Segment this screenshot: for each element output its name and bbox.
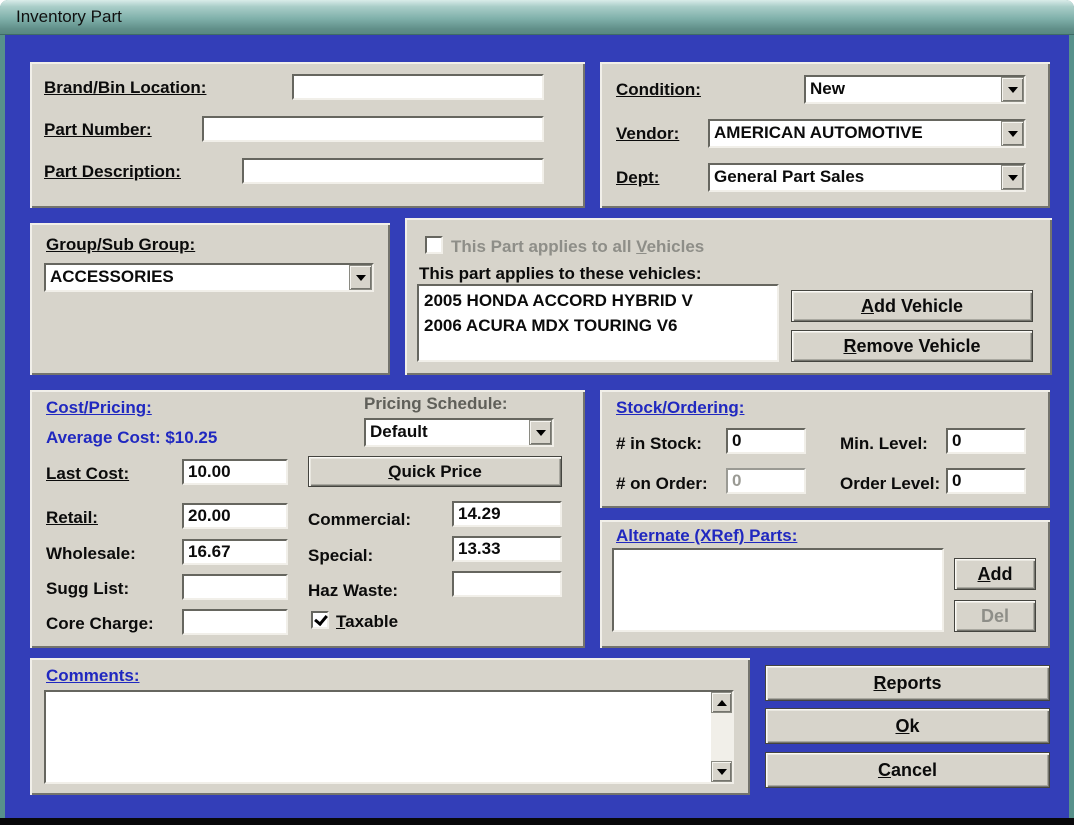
condition-selected-value: New: [810, 79, 845, 98]
comments-textarea[interactable]: [44, 690, 734, 784]
commercial-input[interactable]: [452, 501, 562, 527]
min-level-input[interactable]: [946, 428, 1026, 454]
group-panel: Group/Sub Group: ACCESSORIES: [30, 223, 390, 375]
vehicles-listbox[interactable]: 2005 HONDA ACCORD HYBRID V 2006 ACURA MD…: [417, 284, 779, 362]
scroll-down-icon[interactable]: [711, 761, 732, 782]
vehicle-list-item[interactable]: 2006 ACURA MDX TOURING V6: [424, 313, 772, 338]
core-charge-label: Core Charge:: [46, 614, 154, 633]
vehicles-panel: This Part applies to all Vehicles This p…: [405, 218, 1052, 375]
min-level-label: Min. Level:: [840, 434, 928, 453]
brand-bin-location-label: Brand/Bin Location:: [44, 78, 207, 97]
order-level-input[interactable]: [946, 468, 1026, 494]
part-number-input[interactable]: [202, 116, 544, 142]
on-order-input: [726, 468, 806, 494]
taxable-label: Taxable: [336, 612, 399, 631]
special-input[interactable]: [452, 536, 562, 562]
identification-panel: Brand/Bin Location: Part Number: Part De…: [30, 62, 585, 208]
chevron-down-icon[interactable]: [1001, 121, 1024, 146]
group-select[interactable]: ACCESSORIES: [44, 263, 374, 292]
wholesale-input[interactable]: [182, 539, 288, 565]
window-bottom-edge: [0, 818, 1074, 825]
xref-parts-heading: Alternate (XRef) Parts:: [616, 526, 798, 545]
xref-parts-panel: Alternate (XRef) Parts: Add Del: [600, 520, 1050, 648]
order-level-label: Order Level:: [840, 474, 941, 493]
haz-waste-label: Haz Waste:: [308, 581, 399, 600]
condition-label: Condition:: [616, 80, 701, 99]
scroll-up-icon[interactable]: [711, 692, 732, 713]
add-vehicle-button[interactable]: Add Vehicle: [791, 290, 1033, 322]
vendor-selected-value: AMERICAN AUTOMOTIVE: [714, 123, 923, 142]
scrollbar-track[interactable]: [711, 713, 732, 761]
pricing-schedule-select[interactable]: Default: [364, 418, 554, 447]
last-cost-label: Last Cost:: [46, 464, 130, 483]
sugg-list-input[interactable]: [182, 574, 288, 600]
chevron-down-icon[interactable]: [1001, 77, 1024, 102]
part-number-label: Part Number:: [44, 120, 152, 139]
dept-label: Dept:: [616, 168, 660, 187]
vehicle-list-item[interactable]: 2005 HONDA ACCORD HYBRID V: [424, 288, 772, 313]
vendor-select[interactable]: AMERICAN AUTOMOTIVE: [708, 119, 1026, 148]
all-vehicles-label: This Part applies to all Vehicles: [451, 237, 705, 256]
comments-scrollbar[interactable]: [711, 692, 732, 782]
cost-pricing-panel: Cost/Pricing: Average Cost: $10.25 Prici…: [30, 390, 585, 648]
chevron-down-icon[interactable]: [1001, 165, 1024, 190]
dept-selected-value: General Part Sales: [714, 167, 865, 186]
retail-label: Retail:: [46, 508, 98, 527]
brand-bin-location-input[interactable]: [292, 74, 544, 100]
on-order-label: # on Order:: [616, 474, 708, 493]
core-charge-input[interactable]: [182, 609, 288, 635]
chevron-down-icon[interactable]: [349, 265, 372, 290]
all-vehicles-checkbox[interactable]: [425, 236, 443, 254]
average-cost-label: Average Cost: $10.25: [46, 428, 218, 447]
comments-panel: Comments:: [30, 658, 750, 795]
taxable-checkbox[interactable]: [311, 611, 329, 629]
sugg-list-label: Sugg List:: [46, 579, 130, 598]
haz-waste-input[interactable]: [452, 571, 562, 597]
pricing-schedule-selected-value: Default: [370, 422, 428, 441]
dialog-body: Brand/Bin Location: Part Number: Part De…: [5, 35, 1069, 818]
vehicles-list-label: This part applies to these vehicles:: [419, 264, 702, 283]
stock-ordering-heading: Stock/Ordering:: [616, 398, 745, 417]
special-label: Special:: [308, 546, 374, 565]
xref-listbox[interactable]: [612, 548, 944, 632]
pricing-schedule-label: Pricing Schedule:: [364, 394, 508, 413]
quick-price-button[interactable]: Quick Price: [308, 456, 562, 487]
reports-button[interactable]: Reports: [765, 665, 1050, 701]
remove-vehicle-button[interactable]: Remove Vehicle: [791, 330, 1033, 362]
commercial-label: Commercial:: [308, 510, 411, 529]
wholesale-label: Wholesale:: [46, 544, 136, 563]
retail-input[interactable]: [182, 503, 288, 529]
cost-pricing-heading: Cost/Pricing:: [46, 398, 152, 417]
in-stock-input[interactable]: [726, 428, 806, 454]
titlebar[interactable]: Inventory Part: [0, 0, 1074, 35]
comments-heading: Comments:: [46, 666, 140, 685]
in-stock-label: # in Stock:: [616, 434, 702, 453]
part-description-input[interactable]: [242, 158, 544, 184]
condition-select[interactable]: New: [804, 75, 1026, 104]
last-cost-input[interactable]: [182, 459, 288, 485]
cancel-button[interactable]: Cancel: [765, 752, 1050, 788]
window-title: Inventory Part: [16, 7, 122, 26]
group-selected-value: ACCESSORIES: [50, 267, 174, 286]
stock-ordering-panel: Stock/Ordering: # in Stock: Min. Level: …: [600, 390, 1050, 508]
classification-panel: Condition: New Vendor: AMERICAN AUTOMOTI…: [600, 62, 1050, 208]
ok-button[interactable]: Ok: [765, 708, 1050, 744]
part-description-label: Part Description:: [44, 162, 181, 181]
dept-select[interactable]: General Part Sales: [708, 163, 1026, 192]
inventory-part-window: Inventory Part Brand/Bin Location: Part …: [0, 0, 1074, 825]
xref-add-button[interactable]: Add: [954, 558, 1036, 590]
group-sub-group-label: Group/Sub Group:: [46, 235, 196, 254]
xref-del-button: Del: [954, 600, 1036, 632]
chevron-down-icon[interactable]: [529, 420, 552, 445]
vendor-label: Vendor:: [616, 124, 680, 143]
